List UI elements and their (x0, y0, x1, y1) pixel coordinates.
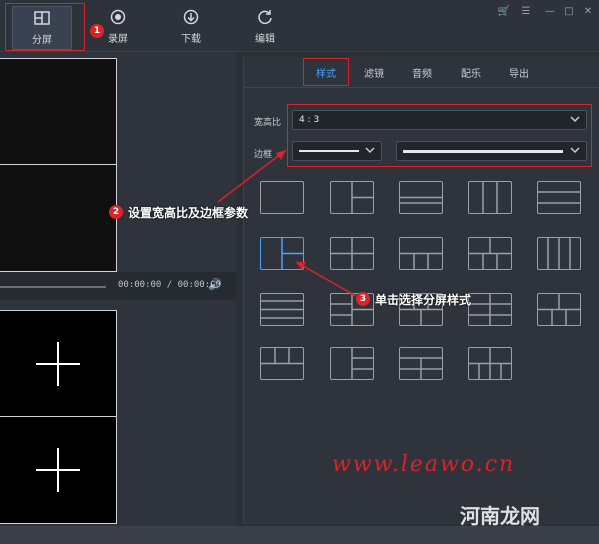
split-cell-1[interactable] (0, 310, 117, 417)
nav-edit[interactable]: 编辑 (235, 6, 295, 50)
nav-edit-label: 编辑 (255, 34, 275, 45)
layout-option-17[interactable] (330, 346, 374, 380)
minimize-icon[interactable]: — (543, 6, 557, 17)
layout-option-16[interactable] (259, 346, 304, 380)
menu-icon[interactable]: ☰ (519, 6, 533, 17)
layout-option-1[interactable] (260, 181, 304, 214)
watermark-site: www.leawo.cn (332, 452, 516, 477)
layout-option-6[interactable] (260, 236, 304, 270)
edit-icon (258, 10, 272, 25)
highlight-nav-split (5, 3, 85, 51)
close-icon[interactable]: ✕ (581, 6, 595, 17)
annotation-text-2: 设置宽高比及边框参数 (128, 206, 249, 220)
tab-divider (244, 87, 599, 88)
preview-cell-top[interactable] (0, 58, 117, 165)
layout-option-11[interactable] (259, 293, 304, 326)
annotation-text-3: 单击选择分屏样式 (375, 293, 472, 307)
watermark-brand: 河南龙网 (460, 504, 540, 528)
record-icon (110, 9, 126, 25)
volume-icon[interactable]: 🔊 (208, 278, 222, 291)
tab-audio[interactable]: 音频 (412, 65, 432, 80)
preview-cell-bottom[interactable] (0, 164, 117, 272)
layout-option-10[interactable] (537, 236, 581, 270)
add-video-icon[interactable] (36, 448, 80, 492)
layout-option-2[interactable] (330, 180, 374, 214)
top-navigation-bar: 分屏 录屏 下载 编辑 🛒 ☰ — □ ✕ (0, 0, 599, 52)
highlight-tab-style (303, 58, 349, 86)
layout-option-18[interactable] (398, 347, 443, 380)
bottom-bar (0, 526, 599, 544)
tab-filter[interactable]: 滤镜 (364, 65, 384, 80)
split-cell-2[interactable] (0, 416, 117, 524)
progress-track[interactable] (0, 286, 106, 288)
layout-option-19[interactable] (467, 346, 512, 380)
annotation-badge-3: 3 (356, 292, 370, 306)
tab-export[interactable]: 导出 (509, 65, 529, 80)
add-video-icon[interactable] (36, 341, 80, 386)
annotation-badge-2: 2 (109, 205, 123, 219)
cart-icon[interactable]: 🛒 (497, 6, 511, 17)
time-readout: 00:00:00 / 00:00:00 (118, 280, 221, 290)
layout-option-5[interactable] (536, 181, 581, 214)
layout-option-3[interactable] (398, 181, 443, 214)
preview-panel: 00:00:00 / 00:00:00 🔊 (0, 52, 236, 544)
nav-download-label: 下载 (181, 34, 201, 45)
tab-music[interactable]: 配乐 (461, 65, 481, 80)
download-icon (183, 9, 199, 25)
layout-option-8[interactable] (398, 237, 443, 270)
layout-option-15[interactable] (536, 292, 581, 326)
highlight-settings (287, 104, 592, 167)
layout-option-4[interactable] (468, 180, 512, 214)
annotation-badge-1: 1 (90, 24, 104, 38)
border-label: 边框 (254, 150, 273, 160)
layout-option-14[interactable] (467, 292, 512, 326)
nav-download[interactable]: 下载 (161, 6, 221, 50)
maximize-icon[interactable]: □ (562, 6, 576, 17)
layout-option-7[interactable] (329, 236, 374, 270)
player-controls: 00:00:00 / 00:00:00 🔊 (0, 272, 236, 300)
aspect-ratio-label: 宽高比 (254, 118, 282, 128)
layout-option-9[interactable] (467, 236, 512, 270)
